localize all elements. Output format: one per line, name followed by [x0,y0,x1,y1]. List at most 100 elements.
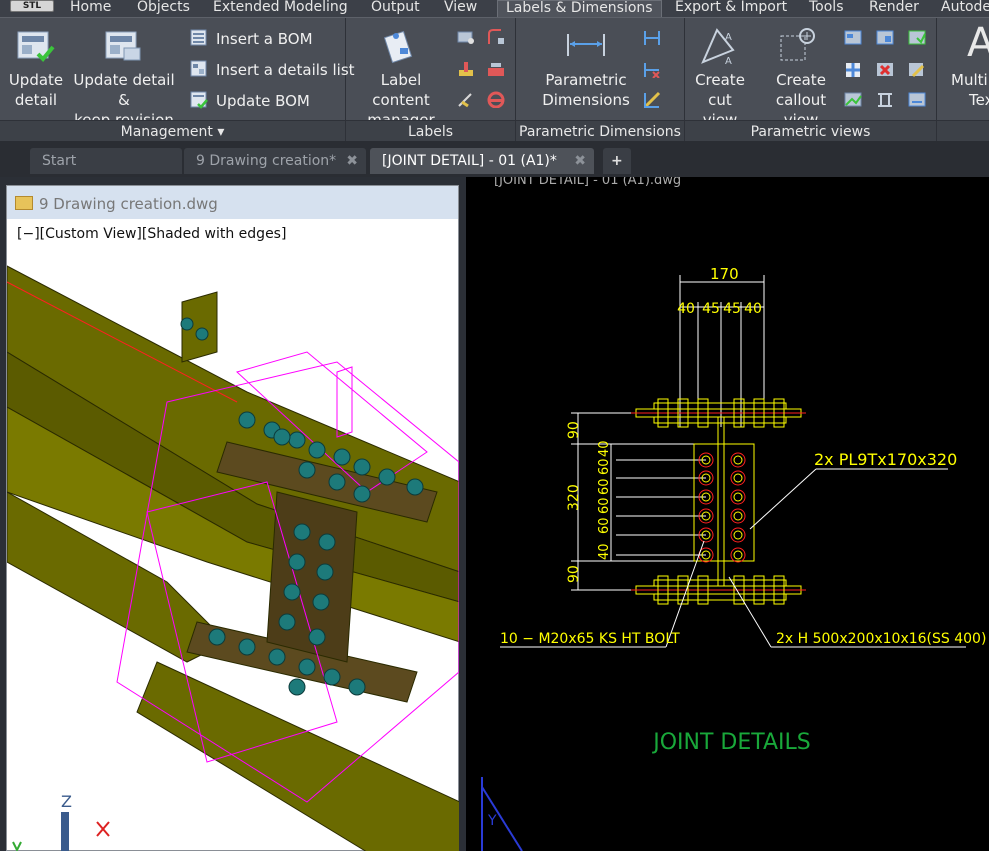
bom-icon [190,29,207,46]
label-tool-icon-1[interactable] [456,28,476,46]
dim-web-total: 320 [566,484,582,511]
group-text-title [937,120,989,142]
view-tool-icon-9[interactable] [907,90,927,108]
tab-export-import[interactable]: Export & Import [675,0,787,17]
parametric-dimensions-label-2: Dimensions [542,91,630,109]
tab-output[interactable]: Output [371,0,420,17]
close-icon[interactable]: ✖ [346,148,358,174]
view-tool-icon-4[interactable] [843,60,863,78]
group-labels-title: Labels [346,120,515,142]
edit-view-icon[interactable] [907,60,927,78]
doc-tab-start[interactable]: Start [30,148,182,174]
tab-autodesk[interactable]: Autode [941,0,989,17]
dim-left-4: 60 [597,497,612,514]
label-tool-icon-4[interactable] [486,60,506,78]
update-bom-icon [190,91,208,109]
label-tool-icon-3[interactable] [456,60,476,78]
tab-tools[interactable]: Tools [809,0,844,17]
group-parametric-views-title: Parametric views [685,120,936,142]
viewport-divider[interactable] [459,177,466,851]
drawing-ucs-y-label: Y [487,813,497,829]
dim-left-1: 40 [597,440,612,457]
dim-top-2: 45 [702,301,720,317]
delete-view-icon[interactable] [875,60,895,78]
web-bolts [698,452,746,563]
dim-flange-top: 90 [566,421,582,439]
document-tab-bar: Start 9 Drawing creation* ✖ [JOINT DETAIL… [0,141,989,177]
new-tab-button[interactable]: + [603,148,631,174]
update-bom-button[interactable]: Update BOM [190,88,310,114]
model-viewport[interactable]: 9 Drawing creation.dwg [−][Custom View][… [6,185,460,851]
flange-bolts [657,398,785,605]
dim-flange-bottom: 90 [566,565,582,583]
tab-home[interactable]: Home [70,0,111,17]
drawing-canvas[interactable]: 170 40 45 45 40 90 320 90 40 60 60 60 60… [466,177,989,851]
bolt-tool-outline [336,366,353,438]
folder-icon [15,196,33,210]
dimension-lines [571,275,765,591]
management-title-label: Management [120,124,213,140]
group-parametric-dimensions-title: Parametric Dimensions [516,120,684,142]
update-bom-label: Update BOM [216,92,310,110]
ucs-icon [12,812,110,851]
update-detail-label-2: detail [14,91,58,109]
viewport-title-bar: 9 Drawing creation.dwg [7,186,458,219]
update-keep-label-1: Update detail & [73,71,175,109]
drawing-viewport[interactable]: [JOINT DETAIL] - 01 (A1).dwg 170 40 45 4… [466,177,989,851]
dim-left-6: 40 [597,543,612,560]
dim-top-4: 40 [744,301,762,317]
label-content-label-1: Label content [372,71,430,109]
view-tool-icon-1[interactable] [843,28,863,46]
label-tool-icon-2[interactable] [486,28,506,46]
view-control-label[interactable]: [−][Custom View][Shaded with edges] [17,226,286,242]
tab-render[interactable]: Render [869,0,919,17]
ribbon-panel: Update detail Update detail & keep revis… [0,17,989,142]
doc-tab-joint-detail-label: [JOINT DETAIL] - 01 (A1)* [382,153,557,169]
multiline-text-button[interactable]: Multi Tex [951,70,989,110]
create-cut-view-icon: A A [701,28,735,66]
label-tool-icon-6[interactable] [486,90,506,108]
doc-tab-drawing-creation[interactable]: 9 Drawing creation* ✖ [184,148,366,174]
dim-total-width: 170 [710,265,739,283]
dim-left-5: 60 [597,517,612,534]
group-text: A Multi Tex [937,18,989,142]
ribbon-tab-bar: STL Home Objects Extended Modeling Outpu… [0,0,989,17]
bolt-label: 10 − M20x65 KS HT BOLT [500,631,680,647]
tab-view[interactable]: View [444,0,477,17]
joint-details-heading: JOINT DETAILS [651,730,811,755]
view-tool-icon-7[interactable] [843,90,863,108]
dimension-tool-icon-3[interactable] [642,90,662,108]
group-management: Update detail Update detail & keep revis… [0,18,355,142]
group-labels: Label content manager Labels [346,18,516,142]
parametric-dimensions-icon [567,34,605,56]
view-tool-icon-2[interactable] [875,28,895,46]
dimension-tool-icon-2[interactable] [642,60,662,78]
app-badge[interactable]: STL [10,0,54,12]
parametric-dimensions-label-1: Parametric [545,71,627,89]
tab-extended-modeling[interactable]: Extended Modeling [213,0,348,17]
doc-tab-start-label: Start [42,153,77,169]
viewport-title: 9 Drawing creation.dwg [39,195,218,213]
label-content-manager-icon [384,30,413,64]
group-management-title[interactable]: Management ▾ [0,120,345,142]
tab-objects[interactable]: Objects [137,0,190,17]
close-icon[interactable]: ✖ [574,148,586,174]
update-detail-button[interactable]: Update detail [8,70,64,110]
insert-details-list-label: Insert a details list [216,61,355,79]
doc-tab-drawing-creation-label: 9 Drawing creation* [196,153,337,169]
view-tool-icon-3[interactable] [907,28,927,46]
label-tool-icon-5[interactable] [456,90,476,108]
parametric-dimensions-button[interactable]: Parametric Dimensions [534,70,638,110]
view-tool-icon-8[interactable] [875,90,895,108]
svg-text:A: A [725,32,732,43]
3d-model-canvas[interactable]: Z [7,242,460,851]
insert-bom-button[interactable]: Insert a BOM [190,26,313,52]
dimension-tool-icon-1[interactable] [642,28,662,46]
tab-labels-dimensions[interactable]: Labels & Dimensions [497,0,662,17]
plus-icon: + [611,153,623,169]
callout-view-label-1: Create [776,71,826,89]
update-detail-label-1: Update [8,71,64,89]
group-parametric-views: A A Create cut view Create callout view … [685,18,937,142]
insert-details-list-button[interactable]: Insert a details list [190,57,355,83]
doc-tab-joint-detail[interactable]: [JOINT DETAIL] - 01 (A1)* ✖ [370,148,594,174]
